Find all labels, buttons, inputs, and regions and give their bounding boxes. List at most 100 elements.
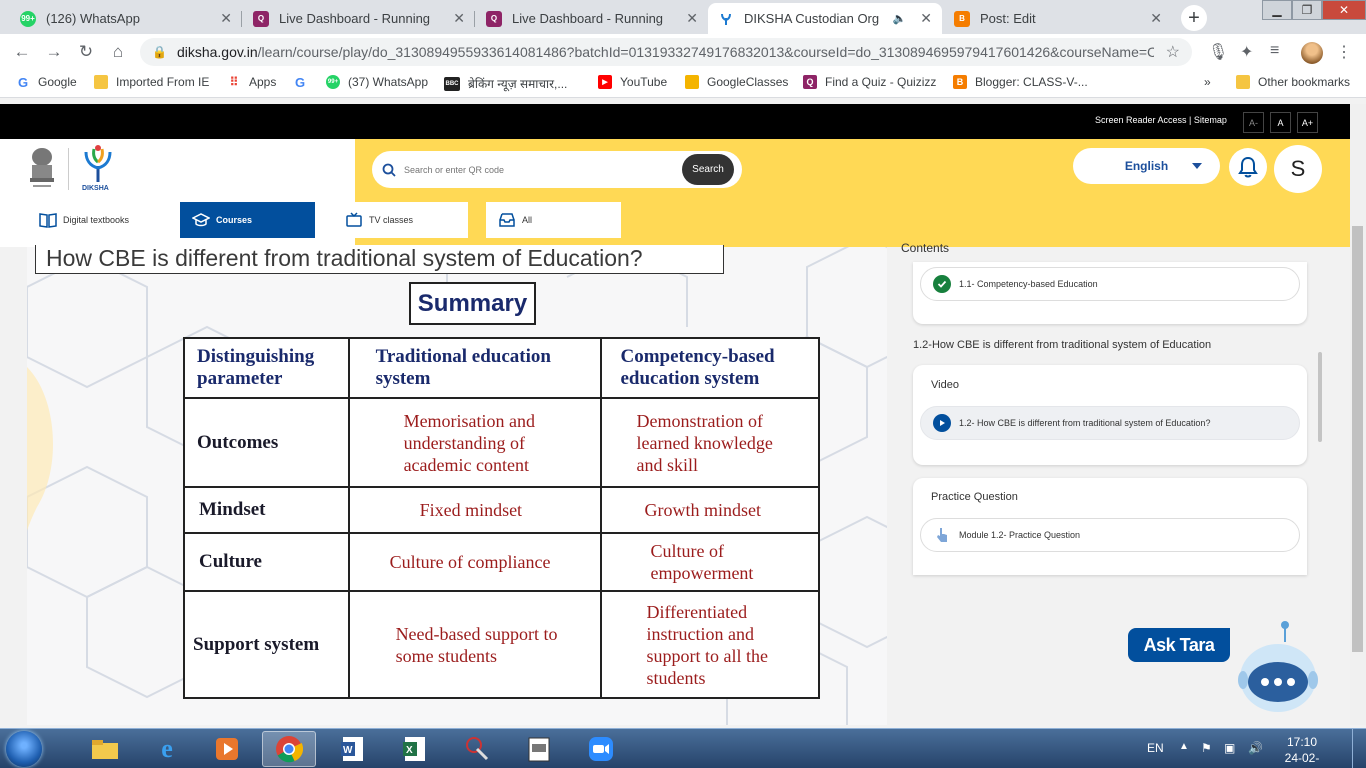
font-decrease-button[interactable]: A- — [1243, 112, 1264, 133]
bookmark-item[interactable]: 99+ (37) WhatsApp — [326, 75, 428, 89]
browser-tab[interactable]: 99+ (126) WhatsApp ✕ — [10, 3, 242, 34]
internet-explorer-icon[interactable]: e — [140, 731, 194, 767]
content-item-video-selected[interactable]: 1.2- How CBE is different from tradition… — [920, 406, 1300, 440]
user-avatar[interactable]: S — [1274, 145, 1322, 193]
profile-avatar-icon[interactable] — [1301, 42, 1323, 64]
bookmark-item[interactable]: Q Find a Quiz - Quizizz — [803, 75, 936, 89]
menu-kebab-icon[interactable]: ⋮ — [1336, 42, 1352, 62]
microphone-icon[interactable]: 🎙 — [1208, 42, 1228, 62]
content-item-practice[interactable]: Module 1.2- Practice Question — [920, 518, 1300, 552]
media-queue-icon[interactable]: ≡ — [1270, 42, 1279, 60]
close-icon[interactable]: ✕ — [686, 10, 698, 27]
system-clock[interactable]: 17:10 24-02-2021 — [1272, 734, 1332, 768]
bookmark-label: Other bookmarks — [1258, 75, 1351, 89]
lock-icon[interactable]: 🔒 — [152, 45, 167, 59]
browser-tab[interactable]: B Post: Edit ✕ — [944, 3, 1172, 34]
forward-icon[interactable]: → — [42, 40, 66, 64]
close-icon[interactable]: ✕ — [220, 10, 232, 27]
row-parameter: Culture — [183, 532, 350, 592]
browser-tab[interactable]: Q Live Dashboard - Running ✕ — [476, 3, 708, 34]
row-parameter: Support system — [183, 590, 350, 699]
card-label-video: Video — [931, 379, 959, 391]
contents-heading: Contents — [901, 241, 950, 255]
font-increase-button[interactable]: A+ — [1297, 112, 1318, 133]
bookmark-item[interactable]: ▶ YouTube — [598, 75, 667, 89]
tab-title: Post: Edit — [980, 11, 1036, 26]
tara-robot-icon[interactable] — [1233, 620, 1323, 720]
network-icon[interactable]: ▣ — [1224, 741, 1235, 755]
snipping-tool-icon[interactable] — [450, 731, 504, 767]
logo-divider — [68, 148, 69, 190]
bookmark-star-icon[interactable]: ☆ — [1166, 42, 1180, 62]
show-desktop-button[interactable] — [1352, 729, 1366, 768]
cbe-value: Differentiated instruction and support t… — [600, 590, 820, 699]
new-tab-button[interactable]: + — [1181, 5, 1207, 31]
close-icon[interactable]: ✕ — [1150, 10, 1162, 27]
word-icon[interactable]: W — [326, 731, 380, 767]
bookmark-item[interactable]: Imported From IE — [94, 75, 209, 89]
tv-icon — [346, 212, 362, 227]
bookmark-item[interactable]: G Google — [16, 75, 77, 90]
zoom-icon[interactable] — [574, 731, 628, 767]
browser-tab-active[interactable]: DIKSHA Custodian Org 🔈 ✕ — [708, 3, 942, 34]
search-button[interactable]: Search — [682, 154, 734, 185]
volume-icon[interactable]: 🔊 — [1248, 741, 1263, 755]
font-normal-button[interactable]: A — [1270, 112, 1291, 133]
nav-tab-digital-textbooks[interactable]: Digital textbooks — [27, 202, 173, 238]
bookmark-item[interactable]: B Blogger: CLASS-V-... — [953, 75, 1088, 89]
excel-icon[interactable]: X — [388, 731, 442, 767]
ask-tara-button[interactable]: Ask Tara — [1128, 628, 1230, 662]
tray-overflow-icon[interactable]: ▲ — [1179, 741, 1189, 752]
home-icon[interactable]: ⌂ — [106, 40, 130, 64]
bookmark-item[interactable]: GoogleClasses — [685, 75, 788, 89]
other-bookmarks[interactable]: Other bookmarks — [1236, 75, 1350, 89]
bookmark-item[interactable]: G — [293, 75, 315, 90]
file-explorer-icon[interactable] — [78, 731, 132, 767]
contents-scrollbar[interactable] — [1318, 352, 1322, 442]
content-item-1-1[interactable]: 1.1- Competency-based Education — [920, 267, 1300, 301]
maximize-icon[interactable]: ❐ — [1292, 0, 1322, 20]
input-language-indicator[interactable]: EN — [1147, 741, 1164, 755]
notepad-app-icon[interactable] — [512, 731, 566, 767]
diksha-logo-icon[interactable] — [80, 144, 116, 184]
blogger-icon: B — [954, 10, 970, 27]
action-center-flag-icon[interactable]: ⚑ — [1201, 741, 1212, 755]
notifications-button[interactable] — [1229, 148, 1267, 186]
extensions-icon[interactable]: ✦ — [1240, 42, 1253, 62]
bookmark-label: Imported From IE — [116, 75, 210, 89]
minimize-icon[interactable]: ▁ — [1262, 0, 1292, 20]
svg-text:W: W — [343, 745, 353, 756]
bookmarks-overflow[interactable]: » — [1204, 75, 1211, 89]
page-scrollbar[interactable] — [1350, 104, 1366, 725]
nav-tab-all[interactable]: All — [486, 202, 621, 238]
folder-icon — [1236, 75, 1250, 89]
media-player-icon[interactable] — [200, 731, 254, 767]
close-icon[interactable]: ✕ — [920, 10, 932, 27]
chrome-icon[interactable] — [262, 731, 316, 767]
search-input[interactable] — [404, 164, 674, 175]
screen-reader-sitemap-links[interactable]: Screen Reader Access | Sitemap — [1095, 115, 1227, 125]
avatar-letter: S — [1290, 156, 1306, 181]
page-scrollbar-thumb[interactable] — [1352, 226, 1363, 652]
back-icon[interactable]: ← — [10, 40, 34, 64]
speaker-icon[interactable]: 🔈 — [893, 12, 907, 25]
bookmark-item[interactable]: ⠿ Apps — [227, 75, 277, 89]
url-text[interactable]: diksha.gov.in/learn/course/play/do_31308… — [177, 44, 1154, 60]
check-complete-icon — [933, 275, 951, 293]
reload-icon[interactable]: ↻ — [74, 40, 98, 64]
nav-tab-tv-classes[interactable]: TV classes — [333, 202, 468, 238]
close-icon[interactable]: ✕ — [453, 10, 465, 27]
language-select[interactable]: English — [1073, 148, 1220, 184]
cbe-value: Demonstration of learned knowledge and s… — [600, 397, 820, 488]
bookmark-label: GoogleClasses — [707, 75, 789, 89]
browser-tab[interactable]: Q Live Dashboard - Running ✕ — [243, 3, 475, 34]
url-bar[interactable]: 🔒 diksha.gov.in/learn/course/play/do_313… — [140, 38, 1192, 66]
table-row: Support system Need-based support to som… — [183, 590, 820, 699]
close-window-icon[interactable]: ✕ — [1322, 0, 1366, 20]
bookmark-item[interactable]: BBC ब्रेकिंग न्यूज़ समाचार,... — [444, 75, 567, 92]
nav-tab-courses[interactable]: Courses — [180, 202, 315, 238]
start-button-icon[interactable] — [6, 731, 42, 767]
search-icon — [382, 163, 396, 177]
overflow-chevron-icon: » — [1204, 75, 1211, 89]
url-path: /learn/course/play/do_313089495593361408… — [257, 44, 1154, 60]
